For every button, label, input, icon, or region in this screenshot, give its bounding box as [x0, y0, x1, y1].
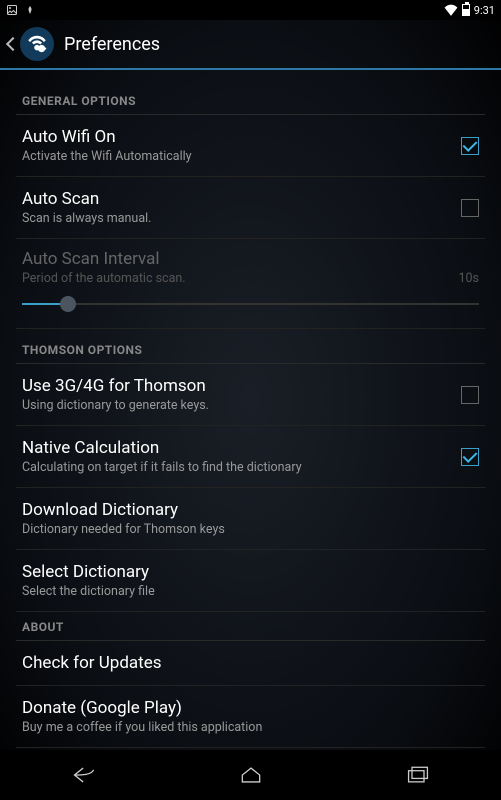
interval-slider — [22, 296, 479, 312]
pref-title: Auto Scan — [22, 189, 461, 209]
pref-summary: Scan is always manual. — [22, 211, 461, 226]
pref-summary: Buy me a coffee if you liked this applic… — [22, 720, 479, 735]
pref-download-dict[interactable]: Download Dictionary Dictionary needed fo… — [16, 488, 485, 550]
pref-summary: Dictionary needed for Thomson keys — [22, 522, 479, 537]
nav-home-button[interactable] — [226, 760, 276, 790]
pref-title: Auto Wifi On — [22, 127, 461, 147]
pref-summary: Calculating on target if it fails to fin… — [22, 460, 461, 475]
app-icon — [20, 27, 54, 61]
pref-title: Auto Scan Interval — [22, 249, 458, 269]
pref-use-3g[interactable]: Use 3G/4G for Thomson Using dictionary t… — [16, 364, 485, 426]
checkbox-use-3g[interactable] — [461, 386, 479, 404]
interval-value: 10s — [458, 271, 479, 286]
battery-icon — [462, 4, 470, 16]
pref-summary: Select the dictionary file — [22, 584, 479, 599]
pref-check-updates[interactable]: Check for Updates — [16, 641, 485, 686]
preferences-list: GENERAL OPTIONS Auto Wifi On Activate th… — [0, 70, 501, 750]
pref-title: Donate (Google Play) — [22, 698, 479, 718]
pref-auto-wifi[interactable]: Auto Wifi On Activate the Wifi Automatic… — [16, 115, 485, 177]
wifi-notification-icon — [24, 4, 36, 16]
section-general: GENERAL OPTIONS — [16, 80, 485, 115]
pref-summary: Activate the Wifi Automatically — [22, 149, 461, 164]
checkbox-auto-scan[interactable] — [461, 199, 479, 217]
navigation-bar — [0, 750, 501, 800]
slider-thumb — [60, 296, 76, 312]
image-notification-icon — [6, 4, 18, 16]
pref-native-calc[interactable]: Native Calculation Calculating on target… — [16, 426, 485, 488]
pref-auto-scan[interactable]: Auto Scan Scan is always manual. — [16, 177, 485, 239]
page-title: Preferences — [64, 34, 160, 55]
wifi-icon — [444, 4, 458, 16]
section-thomson: THOMSON OPTIONS — [16, 329, 485, 364]
pref-title: Native Calculation — [22, 438, 461, 458]
section-about: ABOUT — [16, 612, 485, 641]
pref-title: Select Dictionary — [22, 562, 479, 582]
pref-title: Download Dictionary — [22, 500, 479, 520]
pref-title: Check for Updates — [22, 653, 479, 673]
nav-back-button[interactable] — [59, 760, 109, 790]
pref-summary: Using dictionary to generate keys. — [22, 398, 461, 413]
checkbox-native-calc[interactable] — [461, 448, 479, 466]
action-bar[interactable]: Preferences — [0, 20, 501, 70]
pref-title: Use 3G/4G for Thomson — [22, 376, 461, 396]
pref-scan-interval: Auto Scan Interval Period of the automat… — [16, 239, 485, 329]
pref-donate[interactable]: Donate (Google Play) Buy me a coffee if … — [16, 686, 485, 748]
back-icon — [6, 37, 20, 51]
pref-select-dict[interactable]: Select Dictionary Select the dictionary … — [16, 550, 485, 612]
nav-recents-button[interactable] — [393, 760, 443, 790]
clock: 9:31 — [474, 4, 495, 17]
status-bar: 9:31 — [0, 0, 501, 20]
pref-summary: Period of the automatic scan. — [22, 271, 458, 286]
checkbox-auto-wifi[interactable] — [461, 137, 479, 155]
